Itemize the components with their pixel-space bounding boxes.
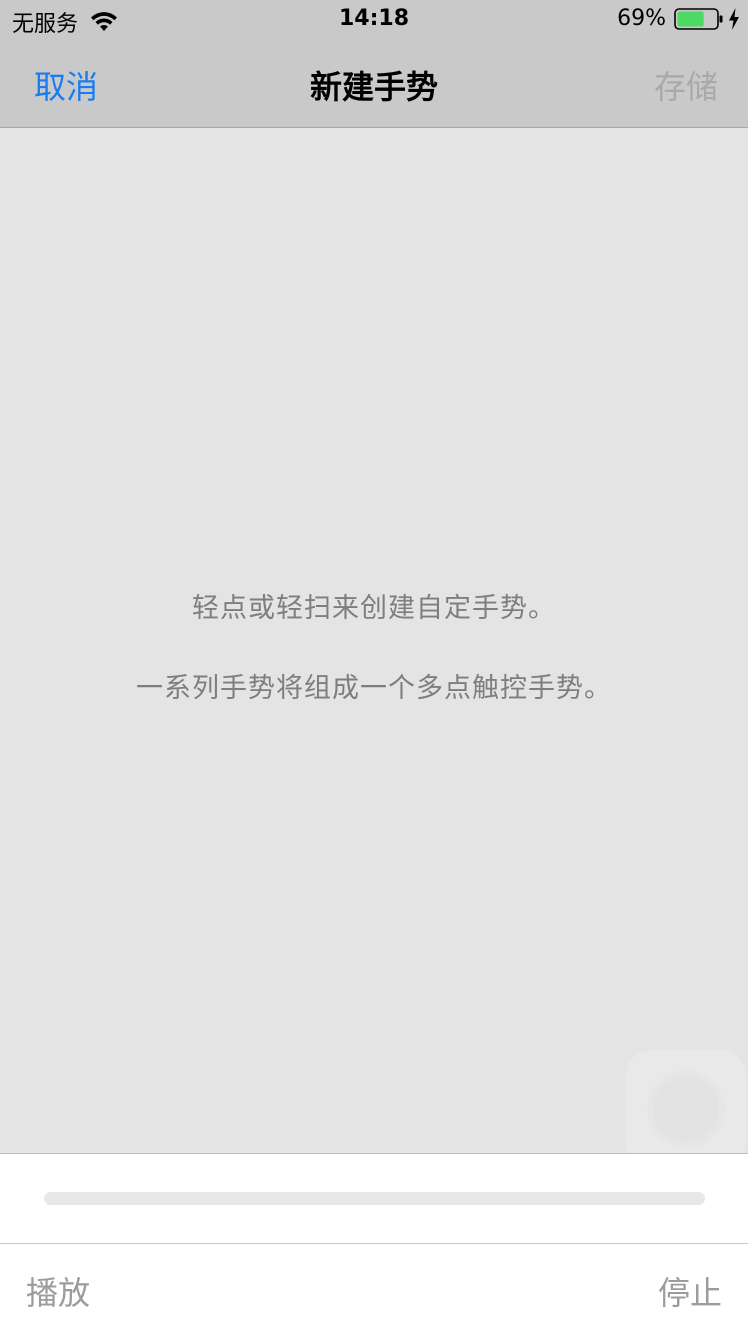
status-bar: 无服务 14:18 69%: [0, 0, 748, 40]
instruction-text-2: 一系列手势将组成一个多点触控手势。: [136, 673, 612, 704]
navigation-bar: 取消 新建手势 存储: [0, 40, 748, 128]
bottom-toolbar: 播放 停止: [0, 1243, 748, 1332]
battery-percent: 69%: [617, 6, 666, 31]
battery-group: 69%: [617, 6, 740, 31]
play-button[interactable]: 播放: [26, 1268, 90, 1314]
battery-fill: [677, 11, 704, 26]
page-title: 新建手势: [309, 68, 438, 106]
assistive-touch-icon: [653, 1076, 719, 1142]
timeline-area: [0, 1153, 748, 1244]
playback-progress-bar: [44, 1192, 705, 1205]
gesture-recording-area[interactable]: 轻点或轻扫来创建自定手势。 一系列手势将组成一个多点触控手势。: [0, 128, 748, 1168]
stop-button[interactable]: 停止: [658, 1268, 722, 1314]
save-button[interactable]: 存储: [654, 62, 718, 108]
battery-icon: [674, 7, 723, 30]
new-gesture-screen: 无服务 14:18 69% 取消 新建手势 存储 轻点或轻扫来创建自定手势。 一…: [0, 0, 748, 1332]
instruction-text-1: 轻点或轻扫来创建自定手势。: [192, 593, 556, 624]
charging-bolt-icon: [729, 7, 739, 30]
assistive-touch-button[interactable]: [626, 1050, 746, 1168]
